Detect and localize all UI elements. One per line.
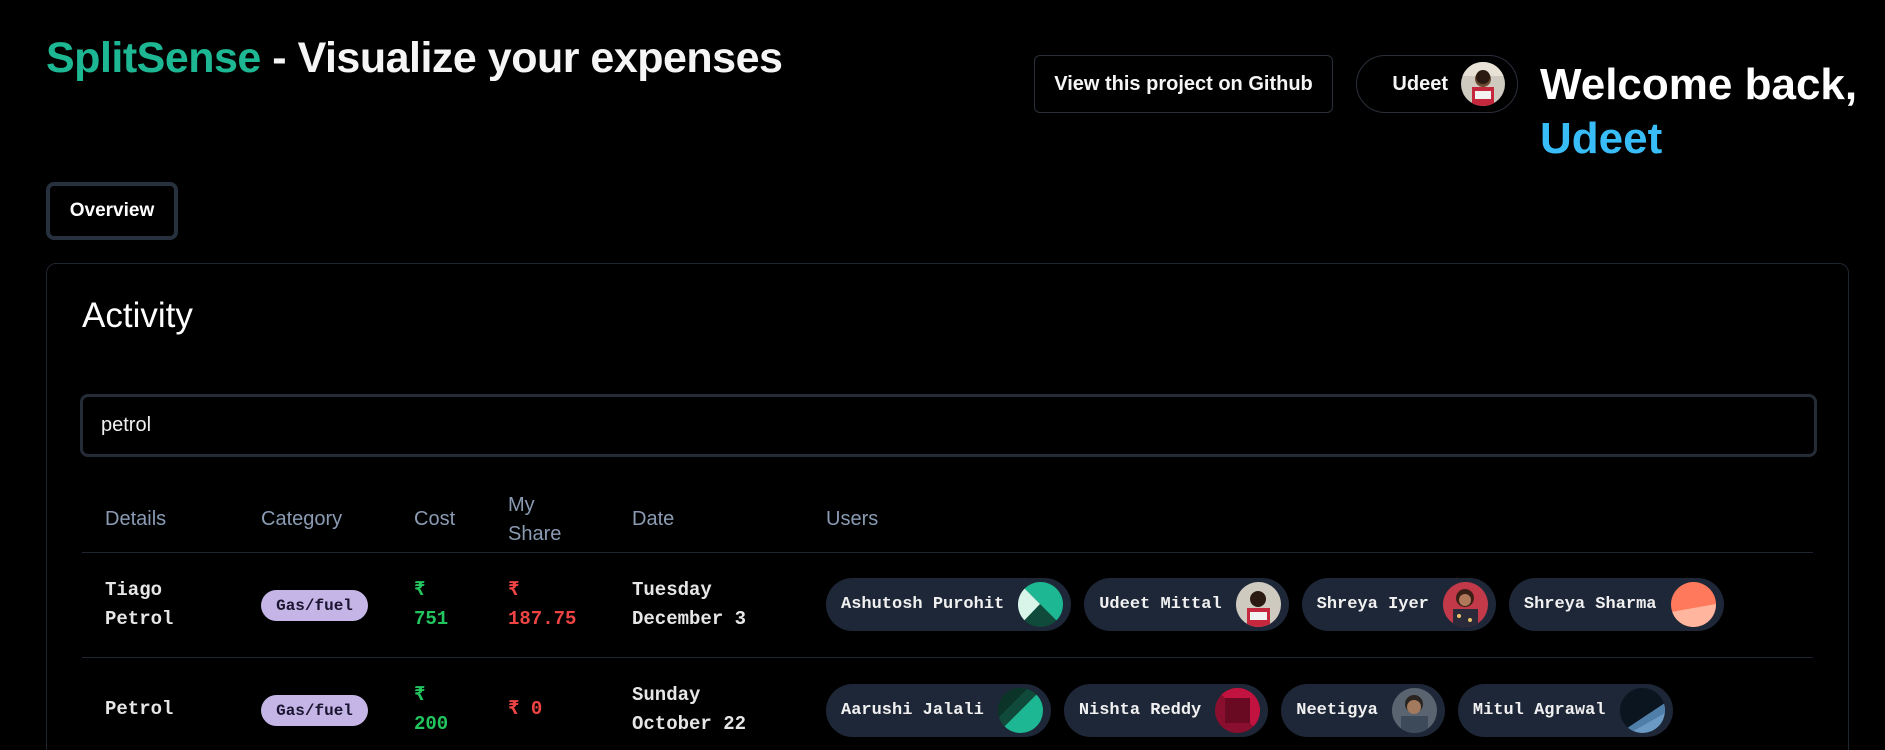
row-users: Ashutosh Purohit Udeet Mittal Shreya Iye… [826, 578, 1724, 631]
row-my-share: ₹ 187.75 [508, 579, 577, 630]
divider [82, 657, 1813, 658]
welcome-line: Welcome back, [1540, 60, 1858, 109]
user-chip-name: Shreya Sharma [1523, 595, 1657, 614]
user-chip-avatar [1391, 688, 1437, 733]
user-chip[interactable]: Neetigya [1281, 684, 1445, 737]
user-chip-name: Ashutosh Purohit [841, 595, 1005, 614]
divider [82, 552, 1813, 553]
row-date: Sunday October 22 [632, 684, 747, 735]
category-badge: Gas/fuel [261, 590, 368, 621]
user-chip[interactable]: Shreya Iyer [1301, 578, 1496, 631]
activity-title: Activity [82, 296, 193, 335]
category-badge: Gas/fuel [261, 695, 368, 726]
welcome-message: Welcome back, Udeet [1540, 58, 1857, 166]
brand-tagline: - Visualize your expenses [260, 34, 783, 82]
user-chip-avatar [1619, 688, 1665, 733]
user-name: Udeet [1392, 72, 1448, 95]
user-avatar [1461, 62, 1505, 106]
column-header-category: Category [261, 508, 343, 530]
user-chip[interactable]: Udeet Mittal [1084, 578, 1289, 631]
github-link-button[interactable]: View this project on Github [1034, 55, 1333, 113]
search-input[interactable] [80, 394, 1817, 457]
user-chip-avatar [1670, 582, 1716, 627]
column-header-date: Date [632, 508, 675, 530]
column-header-cost: Cost [414, 508, 456, 530]
user-chip-avatar [1215, 688, 1261, 733]
row-date: Tuesday December 3 [632, 579, 747, 630]
column-header-my-share: My Share [508, 494, 562, 545]
user-menu-button[interactable]: Udeet [1356, 55, 1518, 113]
user-chip-name: Aarushi Jalali [841, 701, 984, 720]
user-chip-name: Shreya Iyer [1316, 595, 1429, 614]
app-title: SplitSense - Visualize your expenses [46, 34, 783, 83]
row-details: Petrol [105, 698, 174, 720]
user-chip-name: Udeet Mittal [1099, 595, 1222, 614]
user-chip[interactable]: Mitul Agrawal [1457, 684, 1673, 737]
welcome-user: Udeet [1540, 114, 1663, 163]
user-chip-avatar [1235, 582, 1281, 627]
user-chip-name: Nishta Reddy [1078, 701, 1202, 720]
user-chip[interactable]: Nishta Reddy [1063, 684, 1269, 737]
user-chip[interactable]: Shreya Sharma [1508, 578, 1724, 631]
user-chip[interactable]: Aarushi Jalali [826, 684, 1051, 737]
row-cost: ₹ 200 [414, 684, 449, 735]
user-chip-avatar [1442, 582, 1488, 627]
column-header-details: Details [105, 508, 167, 530]
row-details: Tiago Petrol [105, 579, 174, 630]
row-users: Aarushi Jalali Nishta Reddy Neetigya Mit… [826, 684, 1673, 737]
user-chip[interactable]: Ashutosh Purohit [826, 578, 1072, 631]
row-cost: ₹ 751 [414, 579, 449, 630]
user-chip-avatar [997, 688, 1043, 733]
user-chip-name: Mitul Agrawal [1472, 701, 1606, 720]
tab-overview[interactable]: Overview [46, 182, 178, 240]
row-my-share: ₹ 0 [508, 698, 543, 720]
user-chip-avatar [1018, 582, 1064, 627]
brand-name: SplitSense [46, 34, 261, 82]
user-chip-name: Neetigya [1296, 701, 1378, 720]
column-header-users: Users [826, 508, 879, 530]
